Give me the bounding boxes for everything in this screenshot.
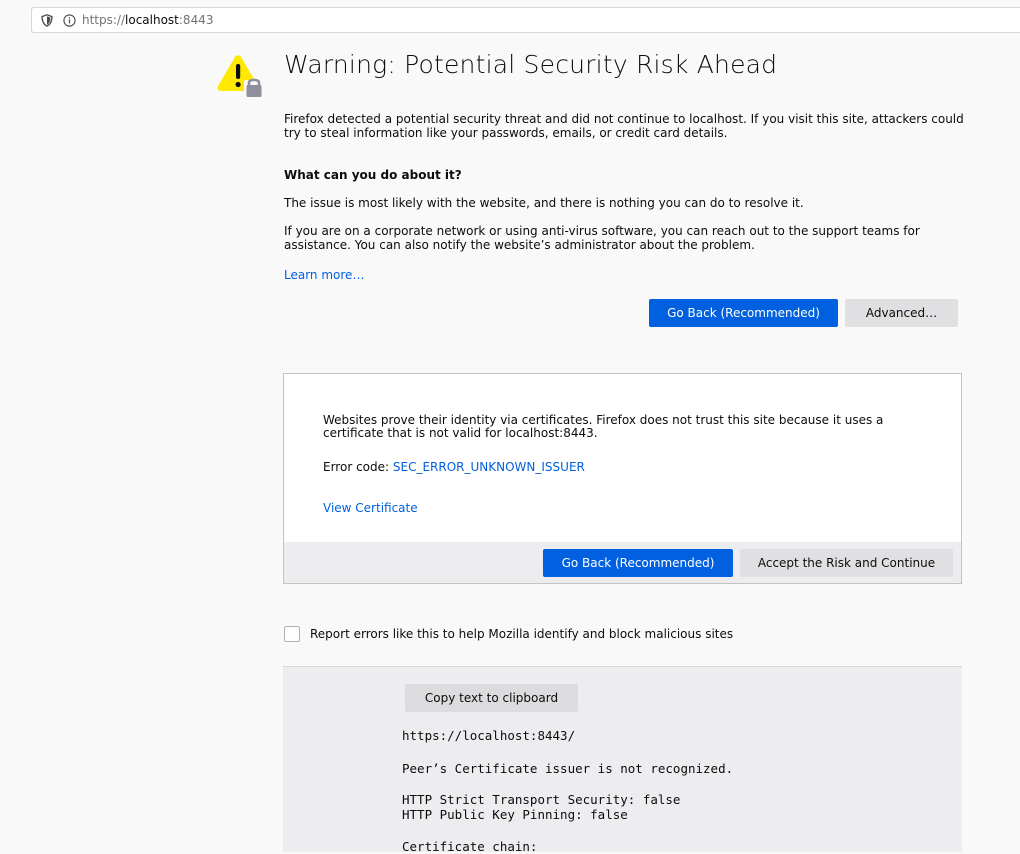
hpkp-text: HTTP Public Key Pinning: false [402,807,628,822]
error-code-line: Error code: SEC_ERROR_UNKNOWN_ISSUER [323,460,585,474]
report-errors-row[interactable]: Report errors like this to help Mozilla … [284,626,733,642]
url-text[interactable]: https://localhost:8443 [82,13,213,27]
go-back-button[interactable]: Go Back (Recommended) [649,299,838,327]
issue-text: The issue is most likely with the websit… [284,196,804,210]
warning-lock-icon [215,54,267,100]
url-protocol: https:// [82,13,126,27]
error-code-label: Error code: [323,460,393,474]
view-certificate-link[interactable]: View Certificate [323,501,418,515]
hsts-text: HTTP Strict Transport Security: false [402,792,681,807]
what-to-do-heading: What can you do about it? [284,168,462,182]
url-host: localhost [125,13,179,27]
report-errors-checkbox[interactable] [284,626,300,642]
certificate-explanation: Websites prove their identity via certif… [323,413,884,440]
cert-issuer-text: Peer’s Certificate issuer is not recogni… [402,761,734,776]
advanced-panel: Websites prove their identity via certif… [283,373,962,584]
copy-to-clipboard-button[interactable]: Copy text to clipboard [405,684,578,712]
intro-text: Firefox detected a potential security th… [284,112,964,140]
learn-more-link[interactable]: Learn more… [284,268,364,282]
url-port: :8443 [178,13,214,27]
url-bar[interactable]: https://localhost:8443 [31,7,1020,33]
tracking-shield-icon[interactable] [40,13,54,27]
advanced-panel-footer: Go Back (Recommended) Accept the Risk an… [284,542,961,583]
go-back-button-2[interactable]: Go Back (Recommended) [543,549,733,577]
accept-risk-button[interactable]: Accept the Risk and Continue [740,549,953,577]
corporate-network-text: If you are on a corporate network or usi… [284,224,920,252]
report-errors-label[interactable]: Report errors like this to help Mozilla … [310,627,733,641]
advanced-button[interactable]: Advanced… [845,299,958,327]
error-code-link[interactable]: SEC_ERROR_UNKNOWN_ISSUER [393,460,585,474]
certificate-details-area: Copy text to clipboard https://localhost… [283,666,962,854]
site-info-icon[interactable] [62,13,76,27]
page-title: Warning: Potential Security Risk Ahead [284,50,778,79]
cert-url-text: https://localhost:8443/ [402,728,576,743]
